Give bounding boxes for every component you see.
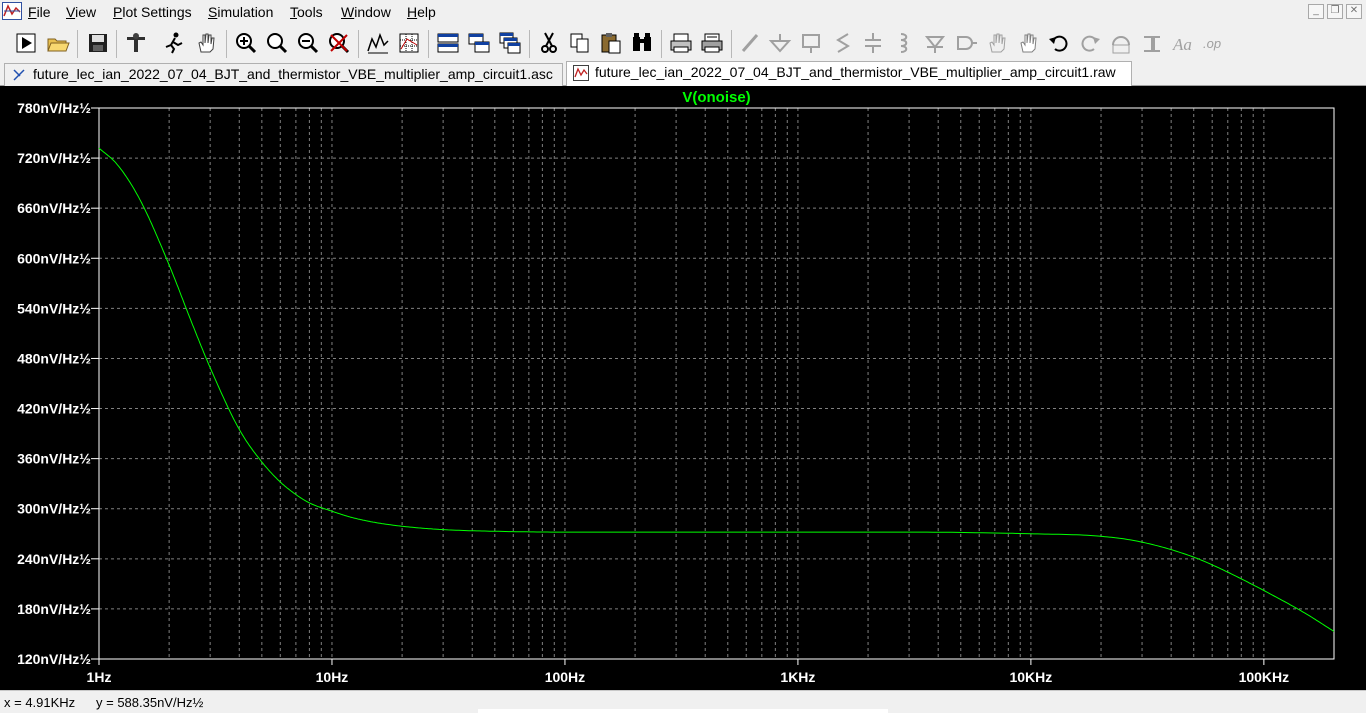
document-tab-bar: future_lec_ian_2022_07_04_BJT_and_thermi… [0, 61, 1366, 86]
y-tick-label: 120nV/Hz½ [17, 651, 91, 667]
tab-label: future_lec_ian_2022_07_04_BJT_and_thermi… [595, 64, 1116, 80]
svg-text:Aa: Aa [1172, 35, 1192, 54]
paste-icon[interactable] [597, 28, 625, 58]
noise-plot[interactable]: 780nV/Hz½ 720nV/Hz½ 660nV/Hz½ 600nV/Hz½ 540n… [0, 86, 1366, 690]
save-icon[interactable] [84, 28, 112, 58]
y-tick-label: 720nV/Hz½ [17, 150, 91, 166]
waveform-plot-pane[interactable]: 780nV/Hz½ 720nV/Hz½ 660nV/Hz½ 600nV/Hz½ 540n… [0, 86, 1366, 690]
menu-window[interactable]: Window [341, 4, 391, 20]
component-icon[interactable] [952, 28, 980, 58]
wire-icon[interactable] [737, 28, 765, 58]
y-tick-label: 660nV/Hz½ [17, 200, 91, 216]
trace-v-onoise[interactable] [98, 147, 1335, 632]
x-tick-label: 10Hz [316, 669, 349, 685]
app-icon [2, 2, 22, 20]
menu-bar: File View Plot Settings Simulation Tools… [0, 0, 1366, 24]
zoom-in-icon[interactable] [232, 28, 260, 58]
autorange-icon[interactable] [364, 28, 392, 58]
open-icon[interactable] [44, 28, 72, 58]
copy-icon[interactable] [566, 28, 594, 58]
y-tick-label: 360nV/Hz½ [17, 451, 91, 467]
y-tick-label: 600nV/Hz½ [17, 250, 91, 266]
menu-view[interactable]: View [66, 4, 96, 20]
redo-icon[interactable] [1076, 28, 1104, 58]
close-button[interactable]: ✕ [1346, 4, 1362, 19]
tile-vertical-icon[interactable] [465, 28, 493, 58]
x-tick-label: 1KHz [780, 669, 815, 685]
status-panel [478, 709, 888, 713]
spice-directive-icon[interactable]: .op [1200, 28, 1228, 58]
drag-icon[interactable] [1014, 28, 1042, 58]
ground-icon[interactable] [766, 28, 794, 58]
y-axis: 780nV/Hz½ 720nV/Hz½ 660nV/Hz½ 600nV/Hz½ 540n… [17, 100, 99, 667]
pan-icon[interactable] [192, 28, 220, 58]
diode-icon[interactable] [921, 28, 949, 58]
tab-waveform[interactable]: future_lec_ian_2022_07_04_BJT_and_thermi… [566, 61, 1132, 86]
rotate-icon[interactable] [1107, 28, 1135, 58]
y-tick-label: 540nV/Hz½ [17, 300, 91, 316]
y-tick-label: 780nV/Hz½ [17, 100, 91, 116]
schematic-icon [13, 69, 25, 81]
tab-label: future_lec_ian_2022_07_04_BJT_and_thermi… [33, 66, 553, 82]
waveform-icon [573, 65, 589, 81]
label-icon[interactable] [797, 28, 825, 58]
print-preview-icon[interactable] [667, 28, 695, 58]
menu-simulation[interactable]: Simulation [208, 4, 273, 20]
tile-horizontal-icon[interactable] [434, 28, 462, 58]
print-icon[interactable] [698, 28, 726, 58]
menu-help[interactable]: Help [407, 4, 436, 20]
cursor-x-readout: x = 4.91KHz [4, 695, 76, 710]
undo-icon[interactable] [1045, 28, 1073, 58]
text-icon[interactable]: Aa [1169, 28, 1197, 58]
x-tick-label: 10KHz [1009, 669, 1052, 685]
cut-icon[interactable] [535, 28, 563, 58]
cascade-icon[interactable] [496, 28, 524, 58]
control-panel-icon[interactable] [122, 28, 150, 58]
zoom-out-icon[interactable] [294, 28, 322, 58]
x-tick-label: 100KHz [1239, 669, 1290, 685]
capacitor-icon[interactable] [859, 28, 887, 58]
run-icon[interactable] [12, 28, 40, 58]
x-tick-label: 1Hz [87, 669, 112, 685]
menu-file[interactable]: File [28, 4, 51, 20]
y-tick-label: 240nV/Hz½ [17, 551, 91, 567]
menu-tools[interactable]: Tools [290, 4, 323, 20]
zoom-cancel-icon[interactable] [325, 28, 353, 58]
inductor-icon[interactable] [890, 28, 918, 58]
trace-title[interactable]: V(onoise) [682, 89, 750, 106]
tab-schematic[interactable]: future_lec_ian_2022_07_04_BJT_and_thermi… [4, 63, 563, 86]
grid [99, 108, 1334, 659]
cursor-y-readout: y = 588.35nV/Hz½ [96, 695, 204, 710]
find-icon[interactable] [628, 28, 656, 58]
y-tick-label: 480nV/Hz½ [17, 350, 91, 366]
svg-text:.op: .op [1203, 36, 1221, 51]
resistor-icon[interactable] [828, 28, 856, 58]
plot-frame [98, 107, 1335, 660]
status-bar: x = 4.91KHz y = 588.35nV/Hz½ [0, 690, 1366, 713]
y-tick-label: 180nV/Hz½ [17, 601, 91, 617]
minimize-button[interactable]: _ [1308, 4, 1324, 19]
x-tick-label: 100Hz [545, 669, 585, 685]
x-axis: 1Hz 10Hz 100Hz 1KHz 10KHz 100KHz [87, 659, 1290, 685]
mirror-icon[interactable] [1138, 28, 1166, 58]
grid-icon[interactable] [395, 28, 423, 58]
move-icon[interactable] [983, 28, 1011, 58]
run-sim-icon[interactable] [160, 28, 188, 58]
zoom-area-icon[interactable] [263, 28, 291, 58]
y-tick-label: 420nV/Hz½ [17, 401, 91, 417]
restore-button[interactable]: ❐ [1327, 4, 1343, 19]
menu-plot-settings[interactable]: Plot Settings [113, 4, 192, 20]
toolbar: Aa .op [0, 26, 1366, 61]
y-tick-label: 300nV/Hz½ [17, 501, 91, 517]
